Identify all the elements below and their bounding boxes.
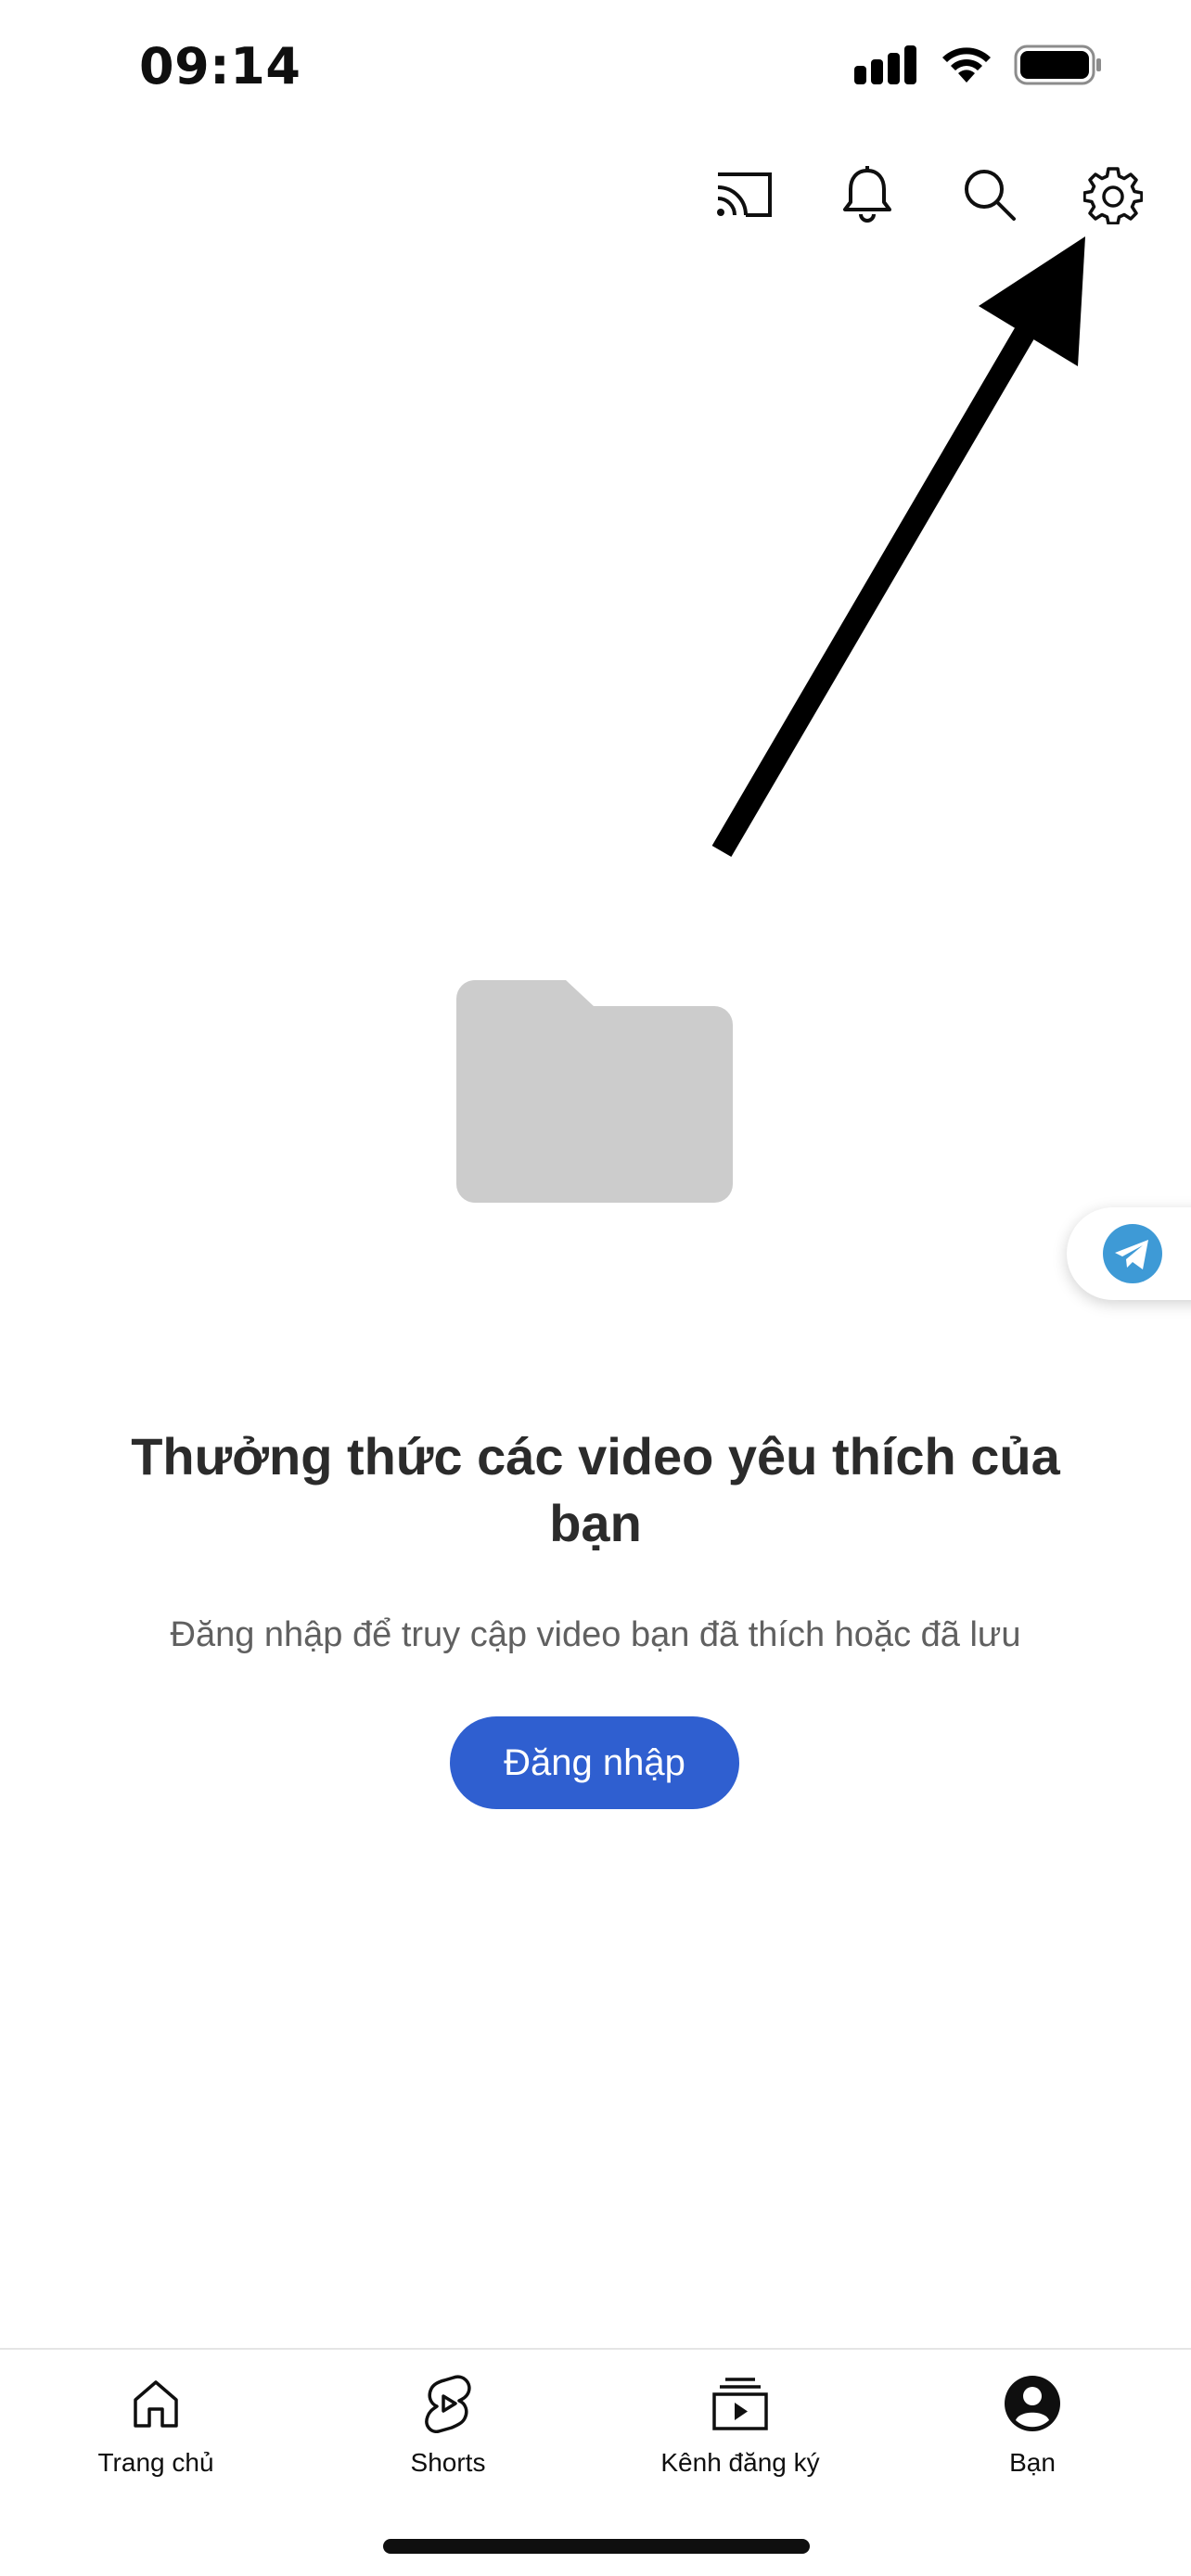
nav-label: Shorts xyxy=(410,2448,486,2477)
account-icon xyxy=(1005,2376,1060,2431)
telegram-floating-button[interactable] xyxy=(1067,1207,1191,1300)
shorts-icon xyxy=(425,2375,471,2433)
notifications-button[interactable] xyxy=(830,158,904,232)
folder-icon xyxy=(456,980,733,1203)
search-button[interactable] xyxy=(953,158,1027,232)
subscriptions-icon xyxy=(712,2378,768,2430)
nav-label: Kênh đăng ký xyxy=(660,2448,820,2477)
nav-item-home[interactable]: Trang chủ xyxy=(35,2366,276,2478)
home-indicator[interactable] xyxy=(383,2539,810,2554)
cast-button[interactable] xyxy=(708,158,782,232)
home-icon xyxy=(134,2380,178,2428)
annotation-arrow xyxy=(711,236,1085,858)
nav-label: Trang chủ xyxy=(97,2448,214,2477)
cast-icon xyxy=(717,172,772,217)
gear-icon xyxy=(1083,167,1143,224)
settings-button[interactable] xyxy=(1076,158,1150,232)
cellular-signal-icon xyxy=(854,45,916,84)
telegram-icon xyxy=(1103,1224,1162,1283)
library-screen: 09:14 Thưởng thức các video yêu thích củ… xyxy=(0,0,1191,2576)
sign-in-button[interactable]: Đăng nhập xyxy=(450,1716,739,1809)
search-icon xyxy=(965,170,1016,221)
nav-label: Bạn xyxy=(1009,2448,1056,2477)
nav-item-subscriptions[interactable]: Kênh đăng ký xyxy=(620,2366,861,2478)
nav-item-you[interactable]: Bạn xyxy=(912,2366,1153,2478)
empty-state-subtitle: Đăng nhập để truy cập video bạn đã thích… xyxy=(170,1615,1021,1654)
empty-state-title: Thưởng thức các video yêu thích của bạn xyxy=(131,1427,1060,1552)
bell-icon xyxy=(843,166,891,223)
top-actions xyxy=(0,158,1191,232)
nav-item-shorts[interactable]: Shorts xyxy=(327,2366,569,2478)
status-time: 09:14 xyxy=(139,37,301,96)
wifi-icon xyxy=(942,47,991,83)
status-icons xyxy=(854,45,1103,85)
battery-icon xyxy=(1014,45,1101,85)
